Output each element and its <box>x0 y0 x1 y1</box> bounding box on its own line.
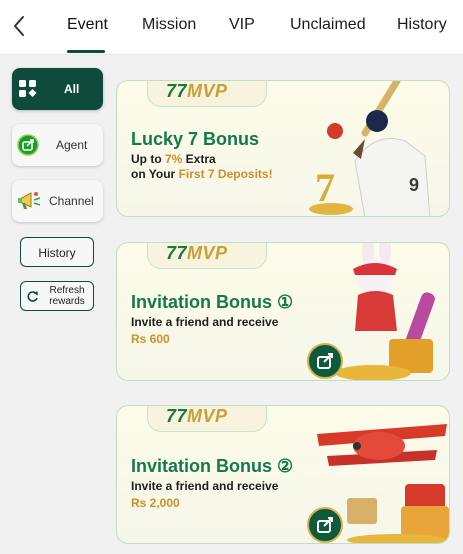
promo-card-invite-600[interactable]: 77MVP Invitation Bonus ① Invite a friend… <box>116 242 450 381</box>
top-nav: Event Mission VIP Unclaimed History <box>0 0 463 55</box>
grid-icon <box>19 80 37 97</box>
sidebar-item-label: Agent <box>56 138 88 152</box>
card-title: Invitation Bonus ① <box>131 292 294 312</box>
share-icon <box>17 134 39 156</box>
card-amount: Rs 600 <box>131 332 170 346</box>
brand-tab: 77MVP <box>147 81 267 107</box>
sidebar-item-label: All <box>64 82 80 96</box>
brand-logo: 77MVP <box>166 243 228 263</box>
refresh-rewards-button[interactable]: Refresh rewards <box>20 281 94 311</box>
card-title: Lucky 7 Bonus <box>131 129 260 149</box>
svg-text:9: 9 <box>409 175 419 195</box>
megaphone-icon <box>18 192 41 209</box>
active-tab-indicator <box>67 50 105 53</box>
tab-history[interactable]: History <box>397 16 447 34</box>
tab-mission[interactable]: Mission <box>142 16 196 34</box>
card-line2: on Your First 7 Deposits! <box>131 167 273 181</box>
tab-unclaimed[interactable]: Unclaimed <box>290 16 366 34</box>
sidebar-item-agent[interactable]: Agent <box>12 124 103 166</box>
promo-card-lucky7[interactable]: 77MVP 9 7 Lucky 7 Bonus Up to 7% Extra o… <box>116 80 450 217</box>
share-icon[interactable] <box>307 507 343 543</box>
brand-tab: 77MVP <box>147 243 267 269</box>
promo-card-invite-2000[interactable]: 77MVP Invitation Bonus ② Invite a friend… <box>116 405 450 544</box>
brand-logo: 77MVP <box>166 81 228 101</box>
history-button[interactable]: History <box>20 237 94 267</box>
refresh-icon <box>27 291 38 302</box>
tab-vip[interactable]: VIP <box>229 16 255 34</box>
sidebar-item-all[interactable]: All <box>12 68 103 110</box>
history-button-label: History <box>38 246 76 260</box>
sidebar-item-channel[interactable]: Channel <box>12 180 103 222</box>
sidebar-item-label: Channel <box>49 194 94 208</box>
refresh-button-label: Refresh rewards <box>49 285 85 307</box>
back-arrow-icon[interactable] <box>8 12 32 40</box>
share-icon[interactable] <box>307 343 343 379</box>
card-line1: Up to 7% Extra <box>131 152 216 166</box>
card-line1: Invite a friend and receive <box>131 479 279 493</box>
card-amount: Rs 2,000 <box>131 496 180 510</box>
card-title: Invitation Bonus ② <box>131 456 294 476</box>
card-line1: Invite a friend and receive <box>131 315 279 329</box>
cricket-batsman-illustration: 9 7 <box>309 81 431 216</box>
brand-logo: 77MVP <box>166 406 228 426</box>
tab-event[interactable]: Event <box>67 16 108 34</box>
brand-tab: 77MVP <box>147 406 267 432</box>
